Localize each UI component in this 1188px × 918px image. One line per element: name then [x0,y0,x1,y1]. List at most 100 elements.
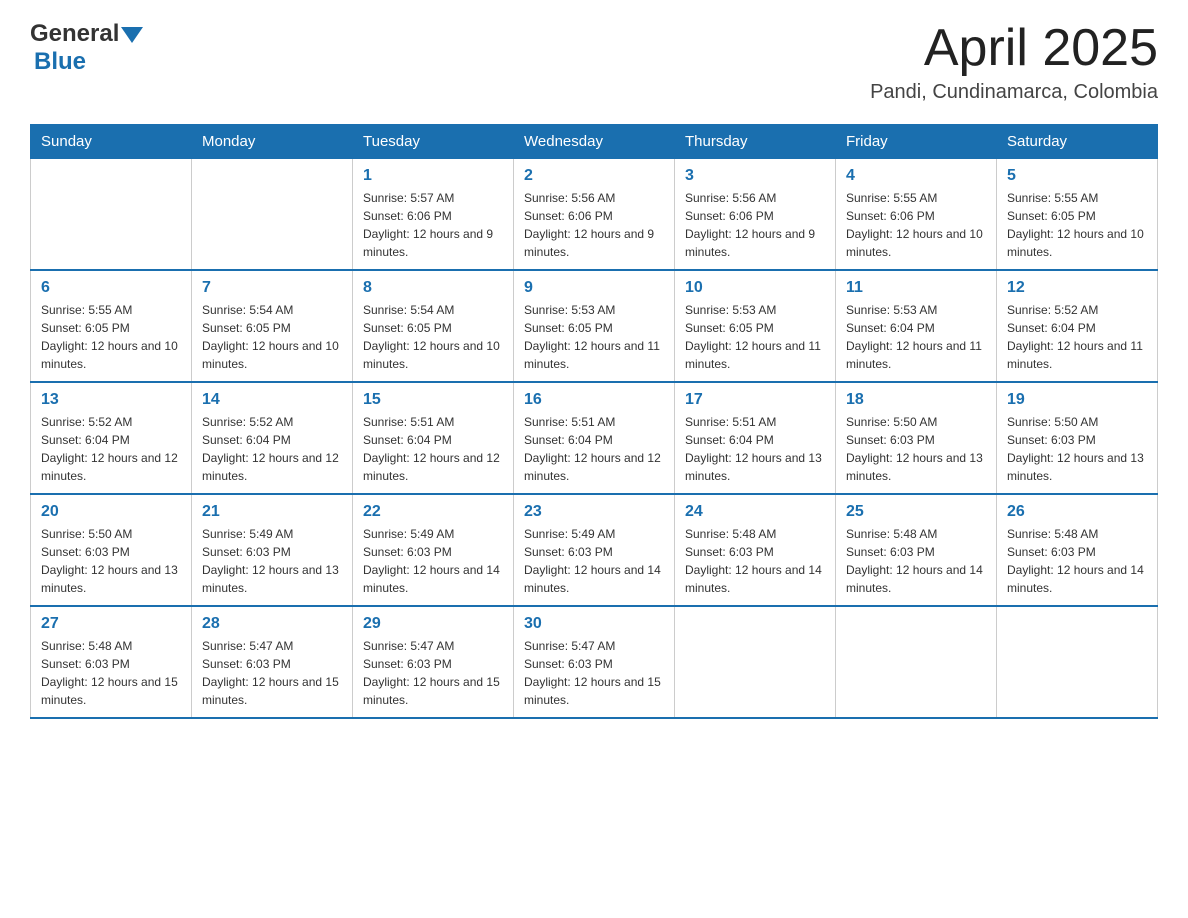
day-info: Sunrise: 5:48 AMSunset: 6:03 PMDaylight:… [846,525,986,597]
day-number: 7 [202,279,342,297]
calendar-cell: 4 Sunrise: 5:55 AMSunset: 6:06 PMDaylight… [836,159,997,271]
day-number: 24 [685,503,825,521]
day-number: 12 [1007,279,1147,297]
day-info: Sunrise: 5:48 AMSunset: 6:03 PMDaylight:… [1007,525,1147,597]
day-of-week-header: Friday [836,125,997,159]
calendar-cell: 8 Sunrise: 5:54 AMSunset: 6:05 PMDaylight… [353,270,514,382]
day-info: Sunrise: 5:50 AMSunset: 6:03 PMDaylight:… [41,525,181,597]
day-of-week-header: Saturday [997,125,1158,159]
day-info: Sunrise: 5:53 AMSunset: 6:05 PMDaylight:… [685,301,825,373]
day-number: 17 [685,391,825,409]
day-number: 30 [524,615,664,633]
day-number: 23 [524,503,664,521]
calendar-cell: 28 Sunrise: 5:47 AMSunset: 6:03 PMDayligh… [192,606,353,718]
day-info: Sunrise: 5:49 AMSunset: 6:03 PMDaylight:… [363,525,503,597]
calendar-cell: 1 Sunrise: 5:57 AMSunset: 6:06 PMDaylight… [353,159,514,271]
day-info: Sunrise: 5:52 AMSunset: 6:04 PMDaylight:… [1007,301,1147,373]
calendar-cell: 9Sunrise: 5:53 AMSunset: 6:05 PMDaylight… [514,270,675,382]
day-info: Sunrise: 5:50 AMSunset: 6:03 PMDaylight:… [1007,413,1147,485]
day-info: Sunrise: 5:51 AMSunset: 6:04 PMDaylight:… [685,413,825,485]
day-info: Sunrise: 5:48 AMSunset: 6:03 PMDaylight:… [41,637,181,709]
day-info: Sunrise: 5:51 AMSunset: 6:04 PMDaylight:… [363,413,503,485]
calendar-cell: 11 Sunrise: 5:53 AMSunset: 6:04 PMDayligh… [836,270,997,382]
day-number: 11 [846,279,986,297]
day-info: Sunrise: 5:55 AMSunset: 6:05 PMDaylight:… [41,301,181,373]
day-of-week-header: Wednesday [514,125,675,159]
calendar-cell [675,606,836,718]
calendar-cell: 5 Sunrise: 5:55 AMSunset: 6:05 PMDaylight… [997,159,1158,271]
calendar-cell: 24 Sunrise: 5:48 AMSunset: 6:03 PMDayligh… [675,494,836,606]
day-info: Sunrise: 5:56 AMSunset: 6:06 PMDaylight:… [524,189,664,261]
day-number: 14 [202,391,342,409]
calendar-cell: 22Sunrise: 5:49 AMSunset: 6:03 PMDayligh… [353,494,514,606]
day-info: Sunrise: 5:55 AMSunset: 6:05 PMDaylight:… [1007,189,1147,261]
page-header: General Blue April 2025 Pandi, Cundinama… [30,20,1158,104]
calendar-cell [31,159,192,271]
page-title: April 2025 [870,20,1158,77]
calendar-cell: 21 Sunrise: 5:49 AMSunset: 6:03 PMDayligh… [192,494,353,606]
day-of-week-header: Tuesday [353,125,514,159]
calendar-table: SundayMondayTuesdayWednesdayThursdayFrid… [30,124,1158,719]
calendar-cell: 3Sunrise: 5:56 AMSunset: 6:06 PMDaylight… [675,159,836,271]
day-number: 28 [202,615,342,633]
calendar-week-row: 6 Sunrise: 5:55 AMSunset: 6:05 PMDaylight… [31,270,1158,382]
day-of-week-header: Thursday [675,125,836,159]
day-number: 4 [846,167,986,185]
logo: General Blue [30,20,143,76]
calendar-cell: 10 Sunrise: 5:53 AMSunset: 6:05 PMDayligh… [675,270,836,382]
day-info: Sunrise: 5:53 AMSunset: 6:04 PMDaylight:… [846,301,986,373]
day-number: 26 [1007,503,1147,521]
logo-blue-text: Blue [34,48,86,75]
day-number: 10 [685,279,825,297]
day-info: Sunrise: 5:52 AMSunset: 6:04 PMDaylight:… [202,413,342,485]
day-number: 9 [524,279,664,297]
calendar-cell [836,606,997,718]
day-info: Sunrise: 5:51 AMSunset: 6:04 PMDaylight:… [524,413,664,485]
day-number: 5 [1007,167,1147,185]
logo-general-text: General [30,20,119,48]
calendar-week-row: 27Sunrise: 5:48 AMSunset: 6:03 PMDayligh… [31,606,1158,718]
calendar-cell: 15Sunrise: 5:51 AMSunset: 6:04 PMDayligh… [353,382,514,494]
calendar-week-row: 13 Sunrise: 5:52 AMSunset: 6:04 PMDayligh… [31,382,1158,494]
days-of-week-row: SundayMondayTuesdayWednesdayThursdayFrid… [31,125,1158,159]
calendar-header: SundayMondayTuesdayWednesdayThursdayFrid… [31,125,1158,159]
calendar-cell: 23 Sunrise: 5:49 AMSunset: 6:03 PMDayligh… [514,494,675,606]
calendar-cell: 6 Sunrise: 5:55 AMSunset: 6:05 PMDaylight… [31,270,192,382]
day-info: Sunrise: 5:49 AMSunset: 6:03 PMDaylight:… [202,525,342,597]
day-number: 6 [41,279,181,297]
calendar-cell: 20 Sunrise: 5:50 AMSunset: 6:03 PMDayligh… [31,494,192,606]
day-info: Sunrise: 5:47 AMSunset: 6:03 PMDaylight:… [202,637,342,709]
day-info: Sunrise: 5:49 AMSunset: 6:03 PMDaylight:… [524,525,664,597]
calendar-cell: 17 Sunrise: 5:51 AMSunset: 6:04 PMDayligh… [675,382,836,494]
day-info: Sunrise: 5:47 AMSunset: 6:03 PMDaylight:… [363,637,503,709]
calendar-cell: 14 Sunrise: 5:52 AMSunset: 6:04 PMDayligh… [192,382,353,494]
calendar-cell [997,606,1158,718]
logo-arrow-icon [121,25,143,45]
day-number: 3 [685,167,825,185]
day-number: 25 [846,503,986,521]
day-info: Sunrise: 5:48 AMSunset: 6:03 PMDaylight:… [685,525,825,597]
calendar-cell: 30Sunrise: 5:47 AMSunset: 6:03 PMDayligh… [514,606,675,718]
calendar-cell: 18Sunrise: 5:50 AMSunset: 6:03 PMDayligh… [836,382,997,494]
day-info: Sunrise: 5:54 AMSunset: 6:05 PMDaylight:… [202,301,342,373]
day-number: 1 [363,167,503,185]
day-info: Sunrise: 5:52 AMSunset: 6:04 PMDaylight:… [41,413,181,485]
day-number: 20 [41,503,181,521]
calendar-cell: 12 Sunrise: 5:52 AMSunset: 6:04 PMDayligh… [997,270,1158,382]
calendar-week-row: 1 Sunrise: 5:57 AMSunset: 6:06 PMDaylight… [31,159,1158,271]
day-number: 21 [202,503,342,521]
calendar-body: 1 Sunrise: 5:57 AMSunset: 6:06 PMDaylight… [31,159,1158,719]
day-number: 8 [363,279,503,297]
day-number: 13 [41,391,181,409]
calendar-cell: 2 Sunrise: 5:56 AMSunset: 6:06 PMDaylight… [514,159,675,271]
day-info: Sunrise: 5:54 AMSunset: 6:05 PMDaylight:… [363,301,503,373]
day-info: Sunrise: 5:55 AMSunset: 6:06 PMDaylight:… [846,189,986,261]
calendar-cell: 13 Sunrise: 5:52 AMSunset: 6:04 PMDayligh… [31,382,192,494]
page-subtitle: Pandi, Cundinamarca, Colombia [870,81,1158,104]
day-number: 2 [524,167,664,185]
title-block: April 2025 Pandi, Cundinamarca, Colombia [870,20,1158,104]
day-of-week-header: Sunday [31,125,192,159]
day-info: Sunrise: 5:57 AMSunset: 6:06 PMDaylight:… [363,189,503,261]
day-number: 16 [524,391,664,409]
calendar-cell [192,159,353,271]
